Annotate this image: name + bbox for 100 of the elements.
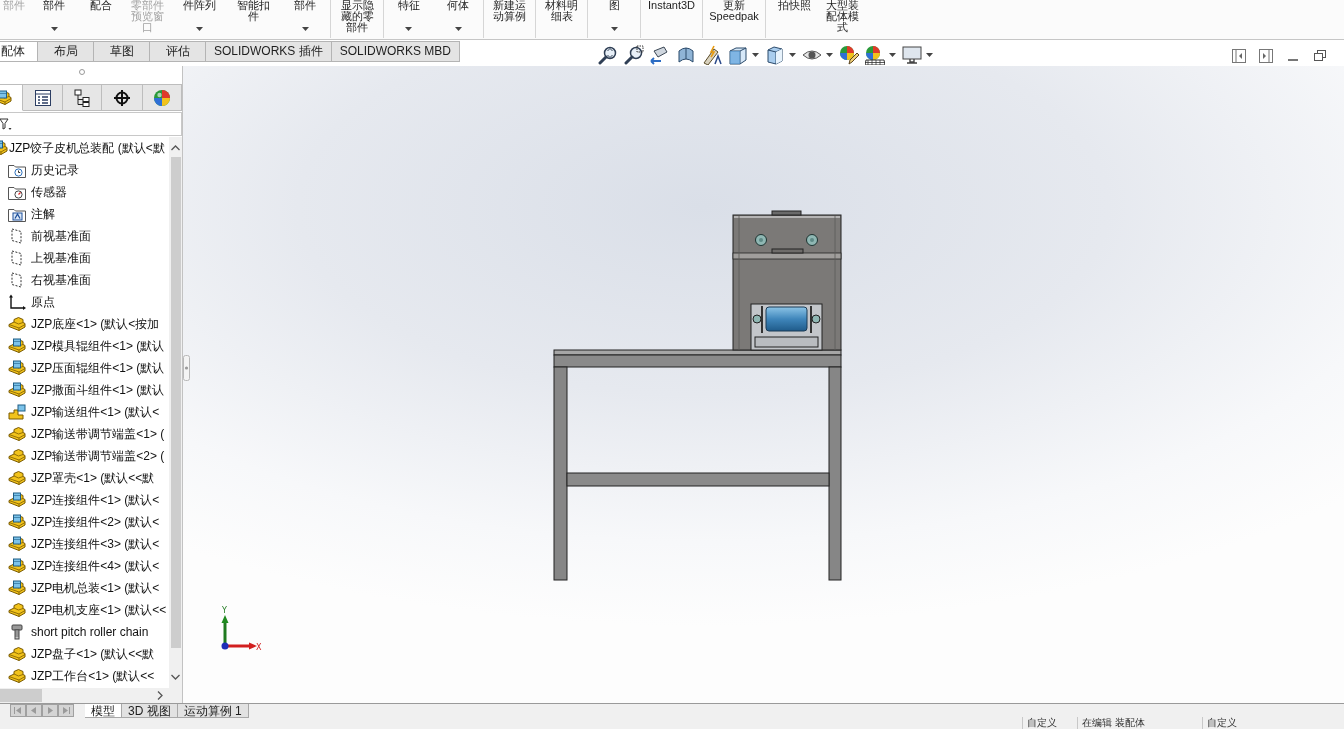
panel-tab[interactable] — [23, 84, 63, 111]
tree-item[interactable]: JZP罩壳<1> (默认<<默 — [31, 470, 155, 486]
caret-icon[interactable] — [789, 53, 796, 57]
ribbon-button[interactable]: 部件 — [280, 0, 330, 31]
pane-right-icon[interactable] — [1258, 48, 1274, 64]
annotation-view-icon[interactable] — [702, 45, 722, 65]
ribbon-button[interactable]: 图 — [588, 0, 640, 31]
annotation-folder-icon — [8, 206, 26, 222]
tree-item[interactable]: JZP饺子皮机总装配 (默认<默 — [9, 140, 165, 156]
status-field: 在编辑 装配体 — [1077, 717, 1202, 729]
ribbon-button[interactable]: 大型装 配体模 式 — [822, 0, 862, 33]
gauge-folder-icon — [8, 184, 26, 200]
grip-dot-icon[interactable] — [79, 69, 85, 75]
caret-icon[interactable] — [826, 53, 833, 57]
caret-icon[interactable] — [405, 27, 412, 31]
ribbon-button[interactable]: 显示隐 藏的零 部件 — [331, 0, 383, 33]
panel-tab[interactable] — [63, 84, 102, 111]
collapse-handle-icon[interactable] — [183, 355, 190, 381]
shaded-cube-icon[interactable] — [765, 45, 785, 65]
assembly-icon — [8, 382, 26, 398]
command-tab[interactable]: 布局 — [38, 41, 94, 62]
tree-item[interactable]: JZP连接组件<2> (默认< — [31, 514, 160, 530]
vertical-scrollbar[interactable] — [169, 137, 182, 688]
caret-icon[interactable] — [454, 27, 462, 31]
view-cube-icon[interactable] — [728, 45, 748, 65]
assembly-icon — [8, 514, 26, 530]
panel-tab[interactable] — [102, 84, 143, 111]
tree-item[interactable]: JZP输送带调节端盖<2> ( — [31, 448, 165, 464]
tree-item[interactable]: 前视基准面 — [31, 228, 91, 244]
tree-item[interactable]: JZP工作台<1> (默认<< — [31, 668, 155, 684]
ribbon-button[interactable]: 部件 — [28, 0, 80, 31]
scroll-right-icon[interactable] — [157, 691, 163, 700]
tree-item[interactable]: 上视基准面 — [31, 250, 91, 266]
command-tab[interactable]: SOLIDWORKS MBD — [331, 41, 461, 62]
ribbon-button[interactable]: 新建运 动算例 — [484, 0, 535, 22]
caret-icon[interactable] — [301, 27, 309, 31]
monitor-icon[interactable] — [902, 45, 922, 65]
tree-item[interactable]: 注解 — [31, 206, 55, 222]
previous-view-icon[interactable] — [650, 45, 670, 65]
axis-label: Y — [222, 606, 227, 615]
tree-item[interactable]: 历史记录 — [31, 162, 79, 178]
filter-field[interactable] — [0, 112, 182, 136]
command-tab[interactable]: 配体 — [0, 41, 38, 62]
caret-icon[interactable] — [889, 53, 896, 57]
tree-item[interactable]: JZP模具辊组件<1> (默认 — [31, 338, 165, 354]
scroll-up-icon[interactable] — [171, 145, 180, 151]
command-tab[interactable]: 草图 — [94, 41, 150, 62]
zoom-area-icon[interactable] — [624, 45, 644, 65]
scrollbar-thumb[interactable] — [0, 689, 42, 702]
tree-item[interactable]: 原点 — [31, 294, 55, 310]
ribbon-button[interactable]: 何体 — [433, 0, 483, 31]
command-tab[interactable]: 评估 — [150, 41, 206, 62]
part-icon — [8, 646, 26, 662]
tree-item[interactable]: JZP电机支座<1> (默认<< — [31, 602, 167, 618]
sheet-tab[interactable]: 运动算例 1 — [177, 704, 249, 718]
assembly-icon — [8, 338, 26, 354]
ribbon-button[interactable]: 更新 Speedpak — [703, 0, 765, 22]
zoom-to-fit-icon[interactable] — [598, 45, 618, 65]
pane-left-icon[interactable] — [1231, 48, 1247, 64]
origin-dot-icon — [221, 642, 229, 650]
tree-item[interactable]: 传感器 — [31, 184, 67, 200]
caret-icon[interactable] — [752, 53, 759, 57]
scrollbar-thumb[interactable] — [170, 157, 181, 648]
tree-item[interactable]: JZP连接组件<4> (默认< — [31, 558, 160, 574]
caret-icon[interactable] — [50, 27, 58, 31]
color-ball-pencil-icon[interactable] — [839, 45, 859, 65]
knob-icon — [806, 234, 818, 246]
ribbon-button[interactable]: 拍快照 — [766, 0, 822, 11]
tree-item[interactable]: short pitch roller chain — [31, 624, 149, 640]
tree-item[interactable]: JZP输送带调节端盖<1> ( — [31, 426, 165, 442]
tree-item[interactable]: 右视基准面 — [31, 272, 91, 288]
ribbon-button[interactable]: 配合 — [80, 0, 122, 11]
ribbon-button[interactable]: 智能扣 件 — [227, 0, 280, 22]
tree-item[interactable]: JZP输送组件<1> (默认< — [31, 404, 160, 420]
color-ball-icon — [153, 88, 171, 107]
scroll-down-icon[interactable] — [171, 674, 180, 680]
tree-item[interactable]: JZP撒面斗组件<1> (默认 — [31, 382, 165, 398]
tree-item[interactable]: JZP盘子<1> (默认<<默 — [31, 646, 155, 662]
ribbon-button[interactable]: 特征 — [384, 0, 433, 31]
caret-icon[interactable] — [926, 53, 933, 57]
horizontal-scrollbar[interactable] — [0, 688, 182, 703]
knob-icon — [755, 234, 767, 246]
tree-item[interactable]: JZP底座<1> (默认<按加 — [31, 316, 160, 332]
tree-item[interactable]: JZP连接组件<3> (默认< — [31, 536, 160, 552]
ribbon-button[interactable]: 材料明 细表 — [536, 0, 587, 22]
restore-icon[interactable] — [1312, 48, 1328, 64]
command-tab[interactable]: SOLIDWORKS 插件 — [206, 41, 332, 62]
caret-icon[interactable] — [610, 27, 618, 31]
color-ball-floor-icon[interactable] — [865, 45, 885, 65]
section-view-icon[interactable] — [676, 45, 696, 65]
caret-icon[interactable] — [196, 27, 203, 31]
sheet-tab[interactable]: 3D 视图 — [122, 704, 178, 718]
tree-item[interactable]: JZP连接组件<1> (默认< — [31, 492, 160, 508]
filter-icon[interactable] — [0, 117, 12, 131]
sheet-tab[interactable]: 模型 — [85, 704, 122, 718]
tree-item[interactable]: JZP电机总装<1> (默认< — [31, 580, 160, 596]
tree-item[interactable]: JZP压面辊组件<1> (默认 — [31, 360, 165, 376]
ribbon-button[interactable]: 件阵列 — [172, 0, 227, 31]
ribbon-button[interactable]: Instant3D — [641, 0, 702, 11]
status-field: 自定义 — [1022, 717, 1077, 729]
